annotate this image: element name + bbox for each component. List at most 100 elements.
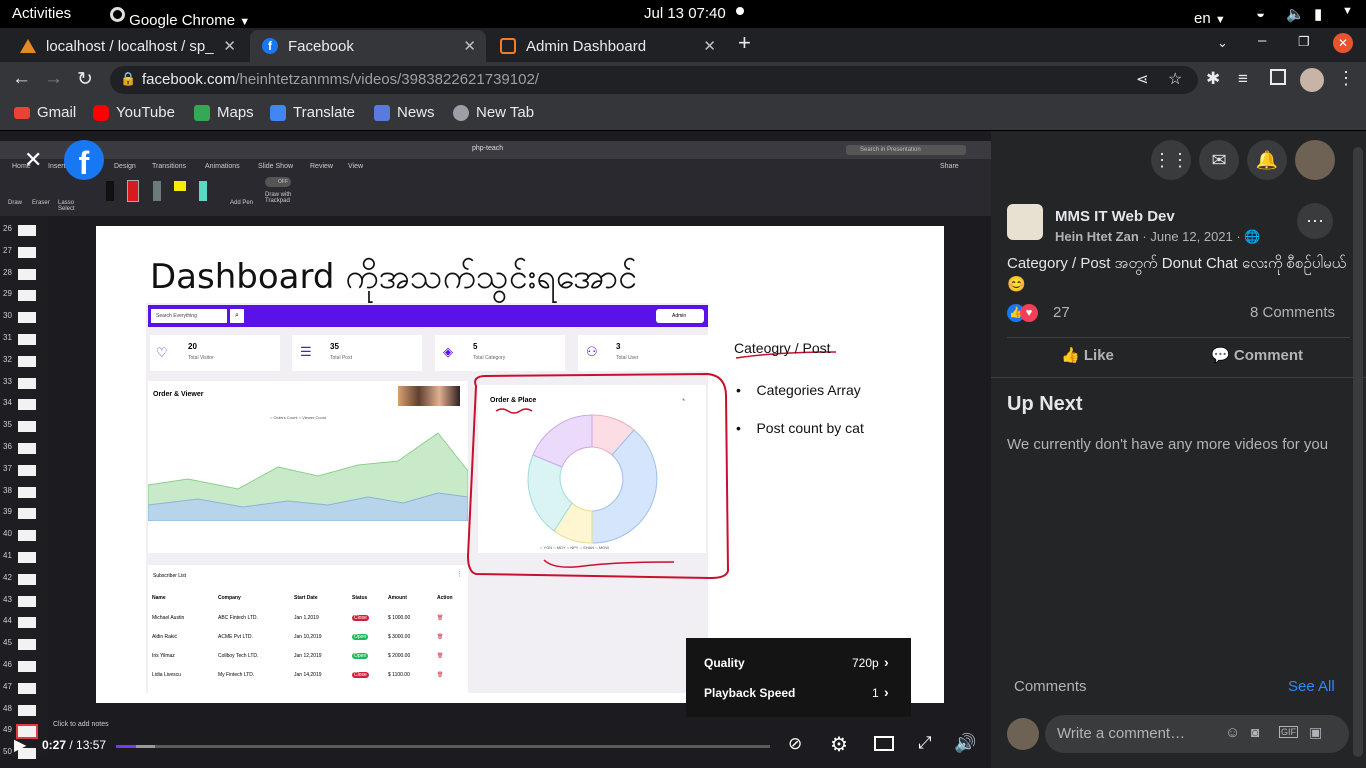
- volume-icon[interactable]: 🔊: [954, 733, 976, 754]
- notifications-bell-icon[interactable]: 🔔: [1247, 140, 1287, 180]
- profile-avatar[interactable]: [1300, 68, 1324, 92]
- slide-thumbnail[interactable]: [18, 421, 36, 433]
- tab-phpmyadmin[interactable]: localhost / localhost / sp_ ✕: [8, 30, 246, 62]
- slide-thumbnail[interactable]: [18, 682, 36, 694]
- miniplayer-icon[interactable]: [874, 736, 894, 751]
- close-tab-icon[interactable]: ✕: [223, 37, 236, 55]
- tab-admin-dashboard[interactable]: Admin Dashboard ✕: [488, 30, 726, 62]
- bookmark-news[interactable]: News: [374, 104, 435, 121]
- slide-thumbnail[interactable]: [18, 661, 36, 672]
- slide-thumbnail[interactable]: [18, 530, 36, 542]
- chevron-right-icon: ›: [884, 654, 889, 670]
- activities-button[interactable]: Activities: [12, 5, 71, 22]
- slide-thumbnail[interactable]: [18, 290, 36, 302]
- play-icon[interactable]: ▶: [14, 735, 26, 755]
- close-tab-icon[interactable]: ✕: [703, 37, 716, 55]
- side-panel-icon[interactable]: [1270, 69, 1286, 85]
- tab-facebook[interactable]: f Facebook ✕: [250, 30, 486, 62]
- fullscreen-icon[interactable]: ⤢: [918, 733, 932, 753]
- slide-thumbnail[interactable]: [18, 246, 36, 258]
- bookmark-translate[interactable]: Translate: [270, 104, 355, 121]
- slide-thumbnail[interactable]: [18, 464, 36, 476]
- gif-icon[interactable]: GIF: [1279, 726, 1298, 738]
- sidebar-scrollbar[interactable]: [1353, 147, 1363, 757]
- chevron-right-icon: ›: [884, 684, 889, 700]
- facebook-favicon: f: [262, 38, 278, 54]
- more-options-icon[interactable]: ⋯: [1297, 203, 1333, 239]
- captions-off-icon[interactable]: ⊘: [788, 734, 802, 754]
- reload-button[interactable]: ↻: [77, 68, 93, 91]
- video-controls: ▶ 0:27 / 13:57 ⊘ ⚙ ⤢ 🔊: [0, 729, 991, 768]
- wifi-icon[interactable]: ◒: [1256, 5, 1265, 22]
- slide-thumbnail[interactable]: [18, 355, 36, 367]
- clock[interactable]: Jul 13 07:40: [644, 5, 726, 22]
- new-tab-button[interactable]: +: [738, 30, 751, 56]
- slide-thumbnail[interactable]: [18, 617, 36, 629]
- slide-thumbnail[interactable]: [18, 552, 36, 563]
- forward-button[interactable]: →: [44, 68, 63, 90]
- slide-thumbnail[interactable]: [18, 312, 36, 324]
- sticker-icon[interactable]: ▣: [1309, 724, 1322, 741]
- volume-icon[interactable]: 🔈: [1286, 5, 1305, 23]
- emoji-icon[interactable]: ☺: [1225, 724, 1240, 741]
- bookmark-gmail[interactable]: Gmail: [14, 104, 76, 121]
- restore-button[interactable]: ❐: [1298, 34, 1310, 50]
- comment-button[interactable]: 💬 Comment: [1211, 346, 1303, 364]
- slide-number: 27: [3, 245, 12, 255]
- extensions-icon[interactable]: ✱: [1206, 69, 1220, 89]
- back-button[interactable]: ←: [12, 68, 31, 90]
- annotation-title: Cateogry / Post: [734, 340, 831, 356]
- comment-input[interactable]: Write a comment… ☺ ◙ GIF ▣: [1045, 715, 1349, 753]
- slide-thumbnail[interactable]: [18, 399, 36, 411]
- slide-thumbnail[interactable]: [18, 334, 36, 345]
- draw-tools: Draw Eraser Lasso Select Add Pen OFF Dra…: [8, 177, 292, 212]
- slide-thumbnail[interactable]: [18, 268, 36, 280]
- reaction-count[interactable]: 27: [1053, 304, 1070, 321]
- close-video-button[interactable]: ✕: [24, 147, 42, 173]
- slide-thumbnail[interactable]: [18, 508, 36, 520]
- slide-thumbnail[interactable]: [18, 377, 36, 389]
- notes-placeholder: Click to add notes: [53, 721, 109, 728]
- battery-icon[interactable]: ▮: [1314, 5, 1322, 23]
- playback-speed-option[interactable]: Playback Speed 1 ›: [686, 684, 911, 704]
- minimize-button[interactable]: –: [1258, 32, 1266, 49]
- share-icon[interactable]: ⋖: [1136, 70, 1149, 88]
- app-menu[interactable]: Google Chrome ▼: [110, 5, 250, 29]
- slide-thumbnail[interactable]: [18, 486, 36, 498]
- admin-favicon: [500, 38, 516, 54]
- comments-count[interactable]: 8 Comments: [1250, 304, 1335, 321]
- page-name[interactable]: MMS IT Web Dev: [1055, 208, 1175, 225]
- menu-grid-icon[interactable]: ⋮⋮: [1151, 140, 1191, 180]
- slide-thumbnail[interactable]: [18, 225, 36, 236]
- slide-thumbnail[interactable]: [18, 443, 36, 454]
- like-button[interactable]: 👍 Like: [1061, 346, 1114, 364]
- slide-thumbnail[interactable]: [18, 704, 36, 716]
- system-menu-arrow-icon[interactable]: ▼: [1342, 5, 1353, 17]
- slide-thumbnail[interactable]: [18, 595, 36, 607]
- messenger-icon[interactable]: ✉: [1199, 140, 1239, 180]
- account-avatar[interactable]: [1295, 140, 1335, 180]
- facebook-logo[interactable]: f: [64, 140, 104, 181]
- input-language[interactable]: en ▼: [1194, 5, 1226, 27]
- settings-gear-icon[interactable]: ⚙: [830, 732, 848, 757]
- page-avatar[interactable]: [1007, 204, 1043, 240]
- see-all-link[interactable]: See All: [1288, 678, 1335, 695]
- tab-search-icon[interactable]: ⌄: [1217, 35, 1228, 51]
- address-bar[interactable]: 🔒 facebook.com/heinhtetzanmms/videos/398…: [110, 66, 1198, 94]
- bookmark-youtube[interactable]: YouTube: [93, 104, 175, 121]
- quality-option[interactable]: Quality 720p ›: [686, 654, 911, 674]
- slide-thumbnail[interactable]: [18, 639, 36, 651]
- up-next-heading: Up Next: [1007, 393, 1083, 415]
- close-tab-icon[interactable]: ✕: [463, 37, 476, 55]
- video-player[interactable]: php-teach Search in Presentation Home In…: [0, 131, 991, 768]
- camera-icon[interactable]: ◙: [1251, 724, 1259, 740]
- progress-bar[interactable]: [116, 745, 770, 748]
- media-control-icon[interactable]: ≡: [1238, 69, 1248, 89]
- close-window-button[interactable]: ✕: [1333, 33, 1353, 53]
- chrome-menu-icon[interactable]: ⋮: [1337, 68, 1355, 89]
- bookmark-maps[interactable]: Maps: [194, 104, 254, 121]
- bookmark-new-tab[interactable]: New Tab: [453, 104, 534, 121]
- slide-number: 41: [3, 551, 12, 560]
- bookmark-star-icon[interactable]: ☆: [1168, 69, 1182, 89]
- slide-thumbnail[interactable]: [18, 573, 36, 585]
